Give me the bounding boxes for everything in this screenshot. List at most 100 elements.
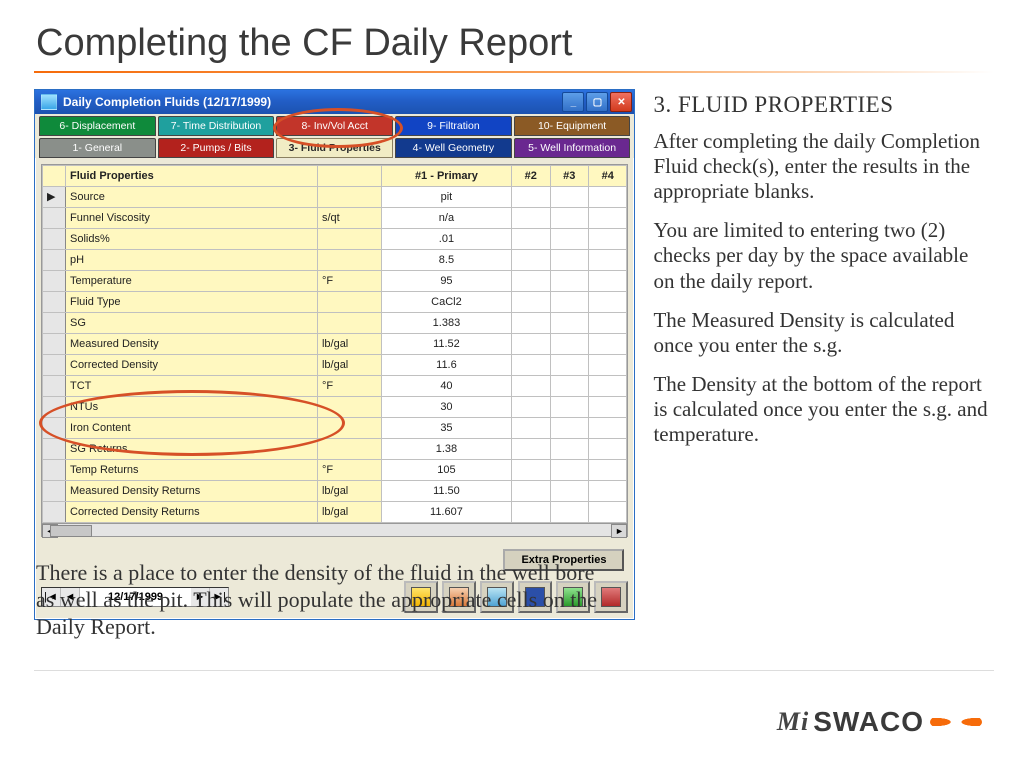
prop-value-4[interactable] <box>588 355 626 376</box>
prop-value-2[interactable] <box>512 229 550 250</box>
prop-value-3[interactable] <box>550 208 588 229</box>
row-selector[interactable] <box>43 271 66 292</box>
prop-value-2[interactable] <box>512 502 550 523</box>
prop-label: Fluid Type <box>66 292 318 313</box>
tab-top-3[interactable]: 9- Filtration <box>395 116 512 136</box>
prop-value-4[interactable] <box>588 292 626 313</box>
prop-value-2[interactable] <box>512 208 550 229</box>
prop-value-3[interactable] <box>550 355 588 376</box>
row-selector[interactable] <box>43 418 66 439</box>
prop-value-2[interactable] <box>512 334 550 355</box>
row-selector[interactable] <box>43 502 66 523</box>
prop-value-3[interactable] <box>550 229 588 250</box>
prop-value-2[interactable] <box>512 376 550 397</box>
close-button[interactable]: ✕ <box>610 92 632 112</box>
prop-value-4[interactable] <box>588 439 626 460</box>
prop-value-1[interactable]: n/a <box>381 208 511 229</box>
footer-divider <box>34 670 994 671</box>
row-selector[interactable] <box>43 292 66 313</box>
row-selector[interactable] <box>43 250 66 271</box>
tab-bottom-3[interactable]: 4- Well Geometry <box>395 138 512 158</box>
prop-value-1[interactable]: CaCl2 <box>381 292 511 313</box>
prop-value-1[interactable]: 95 <box>381 271 511 292</box>
prop-value-4[interactable] <box>588 481 626 502</box>
row-selector[interactable] <box>43 376 66 397</box>
prop-value-2[interactable] <box>512 187 550 208</box>
prop-value-1[interactable]: 11.52 <box>381 334 511 355</box>
grid-hscroll[interactable]: ◄ ► <box>42 523 627 536</box>
row-selector[interactable] <box>43 481 66 502</box>
row-selector[interactable] <box>43 460 66 481</box>
prop-value-4[interactable] <box>588 418 626 439</box>
prop-value-4[interactable] <box>588 397 626 418</box>
tab-top-4[interactable]: 10- Equipment <box>514 116 631 136</box>
tab-top-2[interactable]: 8- Inv/Vol Acct <box>276 116 393 136</box>
row-selector[interactable]: ▶ <box>43 187 66 208</box>
row-selector[interactable] <box>43 334 66 355</box>
logo-swaco: SWACO <box>813 706 924 738</box>
prop-value-1[interactable]: .01 <box>381 229 511 250</box>
prop-value-1[interactable]: 11.607 <box>381 502 511 523</box>
prop-value-3[interactable] <box>550 271 588 292</box>
row-selector[interactable] <box>43 313 66 334</box>
prop-value-2[interactable] <box>512 418 550 439</box>
prop-value-1[interactable]: 40 <box>381 376 511 397</box>
prop-value-2[interactable] <box>512 355 550 376</box>
tab-top-0[interactable]: 6- Displacement <box>39 116 156 136</box>
tab-bottom-1[interactable]: 2- Pumps / Bits <box>158 138 275 158</box>
prop-value-1[interactable]: 35 <box>381 418 511 439</box>
prop-value-2[interactable] <box>512 481 550 502</box>
prop-value-4[interactable] <box>588 313 626 334</box>
prop-value-2[interactable] <box>512 271 550 292</box>
prop-value-3[interactable] <box>550 292 588 313</box>
prop-value-4[interactable] <box>588 208 626 229</box>
prop-value-3[interactable] <box>550 250 588 271</box>
prop-value-2[interactable] <box>512 292 550 313</box>
tab-top-1[interactable]: 7- Time Distribution <box>158 116 275 136</box>
prop-value-1[interactable]: 1.38 <box>381 439 511 460</box>
minimize-button[interactable]: _ <box>562 92 584 112</box>
scroll-right-icon[interactable]: ► <box>611 524 627 538</box>
prop-value-1[interactable]: 11.50 <box>381 481 511 502</box>
prop-value-2[interactable] <box>512 460 550 481</box>
row-selector[interactable] <box>43 208 66 229</box>
prop-value-3[interactable] <box>550 334 588 355</box>
prop-value-1[interactable]: pit <box>381 187 511 208</box>
prop-value-1[interactable]: 8.5 <box>381 250 511 271</box>
prop-value-4[interactable] <box>588 250 626 271</box>
prop-value-1[interactable]: 30 <box>381 397 511 418</box>
prop-value-2[interactable] <box>512 397 550 418</box>
prop-value-3[interactable] <box>550 481 588 502</box>
prop-value-2[interactable] <box>512 313 550 334</box>
row-selector[interactable] <box>43 355 66 376</box>
prop-value-1[interactable]: 1.383 <box>381 313 511 334</box>
tab-bottom-4[interactable]: 5- Well Information <box>514 138 631 158</box>
prop-value-3[interactable] <box>550 376 588 397</box>
prop-value-4[interactable] <box>588 187 626 208</box>
maximize-button[interactable]: ▢ <box>586 92 608 112</box>
tab-bottom-2[interactable]: 3- Fluid Properties <box>276 138 393 158</box>
tab-bottom-0[interactable]: 1- General <box>39 138 156 158</box>
prop-value-3[interactable] <box>550 187 588 208</box>
prop-value-4[interactable] <box>588 271 626 292</box>
prop-value-2[interactable] <box>512 439 550 460</box>
prop-value-1[interactable]: 11.6 <box>381 355 511 376</box>
prop-value-4[interactable] <box>588 460 626 481</box>
prop-value-1[interactable]: 105 <box>381 460 511 481</box>
prop-value-3[interactable] <box>550 418 588 439</box>
prop-value-3[interactable] <box>550 439 588 460</box>
prop-label: Temperature <box>66 271 318 292</box>
prop-value-4[interactable] <box>588 334 626 355</box>
prop-value-3[interactable] <box>550 460 588 481</box>
prop-value-4[interactable] <box>588 376 626 397</box>
row-selector[interactable] <box>43 229 66 250</box>
prop-value-3[interactable] <box>550 502 588 523</box>
prop-value-3[interactable] <box>550 397 588 418</box>
row-selector[interactable] <box>43 439 66 460</box>
scroll-thumb[interactable] <box>50 525 92 537</box>
prop-value-2[interactable] <box>512 250 550 271</box>
prop-value-4[interactable] <box>588 502 626 523</box>
prop-value-3[interactable] <box>550 313 588 334</box>
row-selector[interactable] <box>43 397 66 418</box>
prop-value-4[interactable] <box>588 229 626 250</box>
